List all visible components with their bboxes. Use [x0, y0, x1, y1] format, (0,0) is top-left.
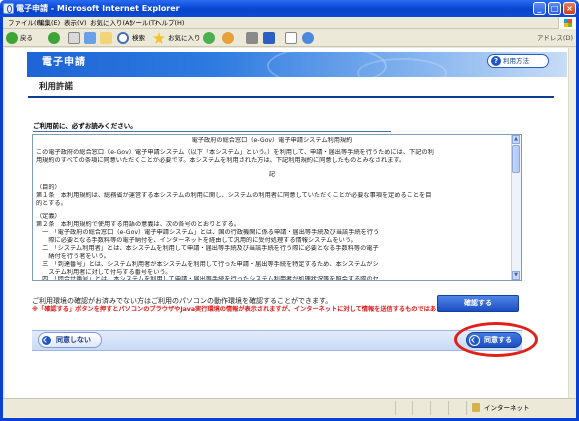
terms-purpose-heading: （目的）: [36, 184, 61, 191]
print-icon[interactable]: [246, 32, 258, 44]
internet-zone-label: インターネット: [484, 404, 530, 412]
lock-icon: [472, 403, 480, 412]
question-icon: ?: [491, 56, 501, 66]
scroll-up-icon[interactable]: ▲: [512, 135, 520, 144]
edit-icon[interactable]: [263, 32, 275, 44]
terms-def-line: 際に必要となる手数料等の電子納付を、インターネットを経由して汎用的に受付処理する…: [36, 237, 357, 244]
page-scrollbar[interactable]: [568, 48, 576, 398]
terms-ki: 記: [268, 171, 276, 178]
terms-def-line: 一 「電子政府の総合窓口（e-Gov）電子申請システム」とは、国の行政機関に係る…: [36, 229, 380, 236]
terms-def-heading: （定義）: [36, 213, 61, 220]
window-titlebar: 電子申請 - Microsoft Internet Explorer: [0, 0, 579, 17]
history-icon[interactable]: [203, 32, 215, 44]
title-divider: [28, 96, 554, 98]
window-title: 電子申請 - Microsoft Internet Explorer: [16, 4, 180, 13]
back-arrow-icon[interactable]: [6, 32, 18, 44]
status-divider: [466, 401, 467, 415]
address-label: アドレス(D): [536, 34, 573, 42]
status-divider: [395, 401, 396, 415]
status-divider: [448, 401, 449, 415]
scroll-down-icon[interactable]: ▼: [512, 271, 520, 280]
terms-scroll-thumb[interactable]: [512, 145, 520, 173]
discuss-icon[interactable]: [285, 32, 297, 44]
maximize-button[interactable]: □: [548, 2, 561, 15]
stop-icon[interactable]: [68, 32, 80, 44]
search-label[interactable]: 検索: [132, 30, 145, 46]
menu-edit[interactable]: 編集(E): [36, 17, 62, 29]
terms-def-line: 四 「問合せ番号」とは、本システムを利用して申請・届出等手続を行ったシステム利用…: [36, 276, 379, 280]
check-environment-button[interactable]: 確認する: [437, 295, 519, 312]
close-button[interactable]: ×: [563, 2, 576, 15]
highlight-circle: [454, 322, 538, 357]
action-bar: [32, 330, 522, 351]
terms-intro-line: この電子政府の総合窓口（e-Gov）電子申請システム（以下「本システム」という。…: [36, 149, 434, 156]
home-icon[interactable]: [100, 32, 112, 44]
notice-heading: ご利用前に、必ずお読みください。: [33, 122, 137, 130]
site-title: 電子申請: [42, 57, 86, 68]
notice-divider: [33, 131, 391, 132]
windows-logo-icon: [558, 17, 576, 29]
terms-intro-line: 用規約のすべての条項に同意いただくことが必要です。本システムを利用された方は、下…: [36, 157, 406, 164]
back-label[interactable]: 戻る: [20, 30, 33, 46]
search-icon[interactable]: [117, 32, 129, 44]
status-divider: [430, 401, 431, 415]
terms-purpose-line: 第１条 本利用規約は、総務省が運営する本システムの利用に関し、システムの利用者に…: [36, 192, 432, 199]
terms-def-line: 二 「システム利用者」とは、本システムを利用して申請・届出等手続及び当該手続を行…: [36, 245, 379, 252]
page-title: 利用許諾: [39, 82, 74, 92]
warning-note: ※「確認する」ボタンを押すとパソコンのブラウザやJava実行環境の情報が表示され…: [32, 306, 467, 313]
menu-help[interactable]: ヘルプ(H): [153, 17, 186, 29]
minimize-button[interactable]: _: [533, 2, 546, 15]
terms-def-line: 第２条 本利用規約で使用する用語の意義は、次の各号のとおりとする。: [36, 221, 240, 228]
back-arrow-icon: [41, 335, 52, 346]
ie-icon: [3, 3, 14, 14]
favorites-label[interactable]: お気に入り: [168, 30, 201, 46]
refresh-icon[interactable]: [84, 32, 96, 44]
menu-view[interactable]: 表示(V): [62, 17, 89, 29]
terms-heading: 電子政府の総合窓口（e-Gov）電子申請システム利用規約: [191, 137, 353, 144]
terms-def-line: 納付を行う者をいう。: [36, 253, 110, 260]
status-divider: [412, 401, 413, 415]
terms-def-line: 三 「到達番号」とは、システム利用者が本システムを利用して行った申請・届出等手続…: [36, 261, 379, 268]
terms-purpose-line: 的とする。: [36, 200, 67, 207]
forward-arrow-icon[interactable]: [48, 32, 60, 44]
messenger-icon[interactable]: [302, 32, 314, 44]
mail-icon[interactable]: [222, 32, 234, 44]
